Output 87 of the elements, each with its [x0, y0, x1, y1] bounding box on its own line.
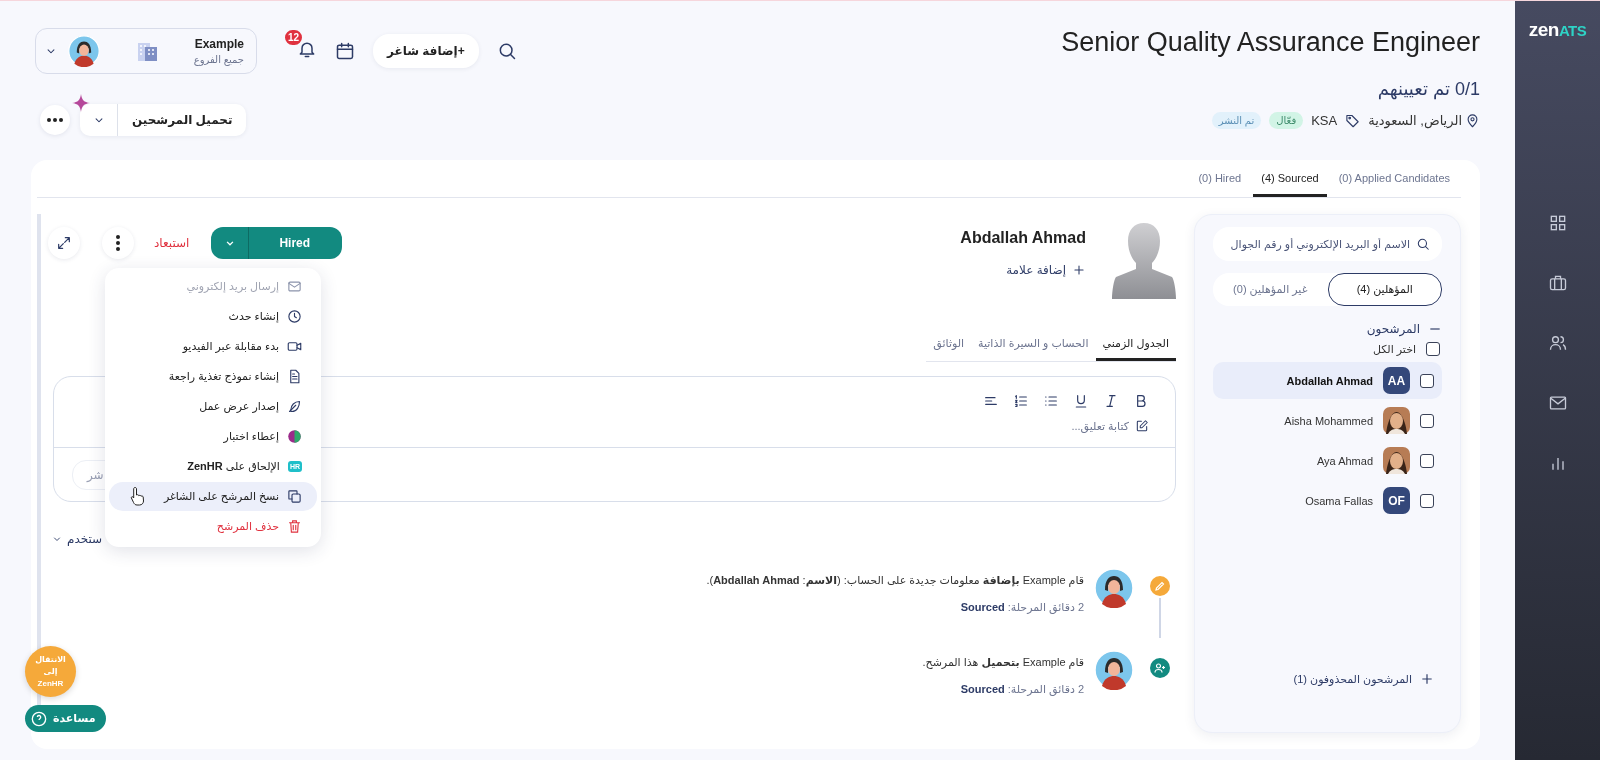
initials-avatar: AA — [1383, 367, 1410, 394]
app-logo: zenATS — [1528, 19, 1587, 41]
add-job-button[interactable]: +إضافة شاغر — [373, 34, 479, 68]
candidate-row[interactable]: Osama Fallas OF — [1213, 482, 1442, 519]
profile-tab[interactable]: الحساب و السيرة الذاتية — [971, 331, 1096, 361]
profile-tab[interactable]: الجدول الزمني — [1095, 331, 1176, 361]
avatar-icon — [1094, 650, 1134, 690]
candidate-name: Abdallah Ahmad — [960, 229, 1086, 247]
candidate-name: Aisha Mohammed — [1284, 414, 1373, 427]
avatar-icon — [68, 35, 100, 67]
feather-icon — [287, 399, 302, 414]
mail-icon — [287, 279, 302, 294]
bullet-list-icon — [1043, 393, 1059, 409]
job-title: Senior Quality Assurance Engineer — [1061, 27, 1480, 58]
menu-item[interactable]: إنشاء نموذج تغذية راجعة — [109, 362, 317, 391]
stage-tab[interactable]: (4) Sourced — [1253, 160, 1327, 197]
plus-icon — [1072, 263, 1086, 277]
document-icon — [287, 369, 302, 384]
checkbox[interactable] — [1420, 413, 1434, 428]
checkbox[interactable] — [1420, 373, 1434, 388]
search-icon — [1416, 237, 1430, 251]
plus-icon[interactable] — [1420, 672, 1434, 686]
sparkle-icon — [72, 94, 90, 112]
candidate-row[interactable]: Abdallah Ahmad AA — [1213, 362, 1442, 399]
hired-count: 0/1 تم تعيينهم — [1377, 78, 1480, 100]
filter-tab[interactable]: غير المؤهلين (0) — [1213, 273, 1328, 306]
location-text: الرياض, السعودية — [1368, 113, 1462, 128]
menu-item[interactable]: نسخ المرشح على الشاغر — [109, 482, 317, 511]
menu-item[interactable]: إنشاء حدث — [109, 302, 317, 331]
candidate-name: Aya Ahmad — [1316, 454, 1373, 467]
copy-icon — [287, 489, 302, 504]
stage-tab[interactable]: (0) Hired — [1190, 160, 1250, 197]
candidate-row[interactable]: Aya Ahmad — [1213, 442, 1442, 479]
video-icon — [287, 339, 302, 354]
menu-item[interactable]: بدء مقابلة عبر الفيديو — [109, 332, 317, 361]
italic-icon — [1103, 393, 1119, 409]
checkbox[interactable] — [1420, 453, 1434, 468]
numbered-list-icon — [1013, 393, 1029, 409]
deleted-candidates-toggle[interactable]: المرشحون المحذوفون (1) — [1213, 672, 1442, 686]
candidate-row[interactable]: Aisha Mohammed — [1213, 402, 1442, 439]
candidate-name: Abdallah Ahmad — [1286, 374, 1373, 387]
stage-tab[interactable]: (0) Applied Candidates — [1330, 160, 1458, 197]
bell-icon — [297, 39, 317, 59]
event-text: قام Example بتحميل هذا المرشح. — [922, 656, 1084, 669]
status-badge: فعّال — [1269, 112, 1304, 129]
location-pin-icon — [1465, 113, 1480, 128]
avatar-icon — [1094, 568, 1134, 608]
comment-placeholder[interactable]: كتابة تعليق... — [1071, 419, 1129, 433]
status-badge: تم النشر — [1211, 112, 1262, 129]
filter-tab[interactable]: المؤهلين (4) — [1327, 273, 1442, 306]
expand-icon — [56, 235, 72, 251]
briefcase-icon[interactable] — [1547, 273, 1568, 293]
help-icon — [31, 710, 47, 727]
notification-count: 12 — [283, 28, 305, 47]
pencil-icon — [1150, 576, 1170, 596]
branch-label: جميع الفروع — [193, 54, 244, 65]
country-tag: KSA — [1311, 113, 1338, 128]
reject-button[interactable]: استبعاد — [148, 232, 196, 254]
users-icon[interactable] — [1547, 333, 1568, 353]
calendar-icon — [335, 41, 355, 61]
clock-icon — [287, 309, 302, 324]
more-button[interactable] — [40, 105, 70, 135]
more-icon — [116, 235, 120, 251]
menu-item[interactable]: إصدار عرض عمل — [109, 392, 317, 421]
hand-cursor-icon — [130, 486, 146, 506]
tag-icon — [1345, 113, 1361, 128]
expand-button[interactable] — [48, 227, 80, 259]
more-icon — [47, 118, 63, 122]
user-plus-icon — [1150, 658, 1170, 678]
group-title: المرشحون — [1366, 322, 1420, 336]
help-button[interactable]: مساعدة — [25, 705, 106, 732]
checkbox[interactable] — [1426, 342, 1440, 356]
select-all-label: اختر الكل — [1372, 342, 1416, 356]
test-icon — [287, 429, 302, 444]
underline-icon — [1073, 393, 1089, 409]
more-button[interactable] — [102, 227, 134, 259]
menu-item[interactable]: حذف المرشح — [109, 512, 317, 541]
history-toggle[interactable]: ستخدم — [51, 532, 103, 546]
initials-avatar: OF — [1383, 487, 1410, 514]
add-tag-link[interactable]: إضافة علامة — [1006, 263, 1086, 277]
candidate-name: Osama Fallas — [1305, 494, 1373, 507]
trash-icon — [287, 519, 302, 534]
profile-tab[interactable]: الوثائق — [926, 331, 972, 361]
checkbox[interactable] — [1420, 493, 1434, 508]
menu-item[interactable]: إعطاء اختبار — [109, 422, 317, 451]
account-name: Example — [194, 37, 244, 51]
edit-icon — [1135, 419, 1149, 433]
